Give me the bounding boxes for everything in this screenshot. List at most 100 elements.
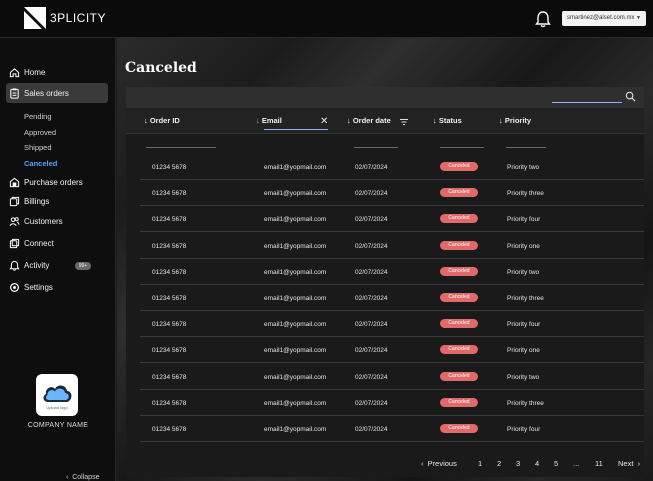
order-date-filter-input[interactable] xyxy=(354,147,398,148)
status-badge: Canceled xyxy=(440,293,478,302)
table-row[interactable]: 01234 5678 email1@yopmail.com 02/07/2024 Pr… xyxy=(140,311,644,338)
column-header-order-date[interactable]: ↓ Order date xyxy=(347,116,391,125)
sidebar-subitem-pending[interactable]: Pending xyxy=(24,112,52,121)
sidebar-item-purchase-orders[interactable]: Purchase orders xyxy=(6,173,108,191)
table-row[interactable]: 01234 5678 email1@yopmail.com 02/07/2024 Pr… xyxy=(140,206,644,233)
upload-logo-button[interactable]: Upload logo xyxy=(36,374,78,416)
sidebar-item-home[interactable]: Home xyxy=(6,63,108,81)
cell-email: email1@yopmail.com xyxy=(264,216,327,224)
column-header-status[interactable]: ↓ Status xyxy=(433,116,462,125)
table-row[interactable]: 01234 5678 email1@yopmail.com 02/07/2024 Pr… xyxy=(140,180,644,207)
connect-icon xyxy=(9,238,20,248)
table-row[interactable]: 01234 5678 email1@yopmail.com 02/07/2024 Pr… xyxy=(140,416,644,442)
table-row[interactable]: 01234 5678 email1@yopmail.com 02/07/2024 Pr… xyxy=(140,390,644,416)
status-badge: Canceled xyxy=(440,214,478,224)
cell-order-date: 02/07/2024 xyxy=(355,242,388,250)
cell-priority: Priority two xyxy=(507,268,540,276)
sidebar-subitem-shipped[interactable]: Shipped xyxy=(24,143,52,152)
sidebar-item-connect[interactable]: Connect xyxy=(6,234,108,252)
sidebar-item-sales-orders[interactable]: Sales orders xyxy=(6,83,108,103)
pagination-previous-button[interactable]: ‹ Previous xyxy=(421,459,457,468)
cell-order-id: 01234 5678 xyxy=(152,426,187,433)
priority-filter-input[interactable] xyxy=(506,147,546,148)
table-row[interactable]: 01234 5678 email1@yopmail.com 02/07/2024 Pr… xyxy=(140,154,644,180)
cell-priority: Priority two xyxy=(507,373,540,381)
table-header-row: ↓ Order ID ↓ Email ✕ ↓ Order date ↓ Stat… xyxy=(126,108,644,134)
clear-filter-close-icon[interactable]: ✕ xyxy=(320,116,328,127)
bell-icon xyxy=(9,260,20,271)
user-account-select[interactable]: smartinez@alset.com.mx ▼ xyxy=(562,11,646,26)
status-badge: Canceled xyxy=(440,240,478,250)
pagination-page-2[interactable]: 2 xyxy=(497,459,501,468)
status-badge: Canceled xyxy=(440,424,478,433)
cell-order-date: 02/07/2024 xyxy=(355,426,388,433)
table-row[interactable]: 01234 5678 email1@yopmail.com 02/07/2024 Pr… xyxy=(140,285,644,311)
pagination: ‹ Previous 1 2 3 4 5 ... 11 Next › xyxy=(117,457,653,471)
cell-order-id: 01234 5678 xyxy=(152,373,187,381)
status-badge: Canceled xyxy=(440,319,478,329)
cell-order-id: 01234 5678 xyxy=(152,216,187,224)
chevron-down-icon: ▼ xyxy=(636,15,641,21)
pagination-page-3[interactable]: 3 xyxy=(516,459,520,468)
cell-order-id: 01234 5678 xyxy=(152,347,187,355)
orders-table-panel: ↓ Order ID ↓ Email ✕ ↓ Order date ↓ Stat… xyxy=(126,87,644,477)
cell-priority: Priority two xyxy=(507,164,540,171)
notifications-bell-icon[interactable] xyxy=(535,10,551,28)
column-header-email[interactable]: ↓ Email xyxy=(256,116,282,125)
status-badge: Canceled xyxy=(440,397,478,407)
filter-icon[interactable] xyxy=(400,119,408,125)
purchase-orders-icon xyxy=(9,177,20,187)
sidebar-item-label: Activity xyxy=(24,260,50,270)
chevron-left-icon: ‹ xyxy=(421,459,428,468)
sidebar-item-customers[interactable]: Customers xyxy=(6,212,108,230)
search-input[interactable] xyxy=(552,102,622,103)
sales-orders-icon xyxy=(10,87,19,99)
table-row[interactable]: 01234 5678 email1@yopmail.com 02/07/2024 Pr… xyxy=(140,364,644,390)
table-row[interactable]: 01234 5678 email1@yopmail.com 02/07/2024 Pr… xyxy=(140,233,644,259)
pagination-page-4[interactable]: 4 xyxy=(535,459,539,468)
cell-order-date: 02/07/2024 xyxy=(355,373,388,381)
cell-order-id: 01234 5678 xyxy=(152,268,187,276)
column-header-priority[interactable]: ↓ Priority xyxy=(499,116,531,125)
status-badge: Canceled xyxy=(440,266,478,276)
search-icon[interactable] xyxy=(625,91,636,102)
cell-order-id: 01234 5678 xyxy=(152,242,187,250)
main-content: Canceled ↓ Order ID ↓ Email ✕ ↓ Order da… xyxy=(117,38,653,481)
sidebar-subitem-approved[interactable]: Approved xyxy=(24,128,56,137)
cell-priority: Priority one xyxy=(507,347,540,355)
cell-email: email1@yopmail.com xyxy=(264,373,327,381)
cell-priority: Priority four xyxy=(507,216,541,224)
pagination-page-1[interactable]: 1 xyxy=(478,459,482,468)
brand-logo[interactable]: 3PLICITY xyxy=(24,7,106,29)
sidebar: Home Sales orders Pending Approved Shipp… xyxy=(0,38,116,481)
pagination-page-5[interactable]: 5 xyxy=(554,459,558,468)
pagination-ellipsis: ... xyxy=(573,459,580,468)
user-email: smartinez@alset.com.mx xyxy=(567,15,635,21)
cell-order-id: 01234 5678 xyxy=(152,164,187,171)
column-header-order-id[interactable]: ↓ Order ID xyxy=(144,116,180,125)
pagination-next-button[interactable]: Next › xyxy=(618,459,640,468)
email-filter-input[interactable] xyxy=(264,129,328,130)
cell-priority: Priority four xyxy=(507,426,541,433)
sidebar-item-settings[interactable]: Settings xyxy=(6,278,108,296)
pagination-page-11[interactable]: 11 xyxy=(595,459,603,468)
status-filter-input[interactable] xyxy=(440,147,484,148)
sidebar-item-billings[interactable]: Billings xyxy=(6,192,108,210)
cell-email: email1@yopmail.com xyxy=(264,399,327,407)
status-badge: Canceled xyxy=(440,371,478,381)
sidebar-item-activity[interactable]: Activity xyxy=(6,256,108,274)
table-row[interactable]: 01234 5678 email1@yopmail.com 02/07/2024 Pr… xyxy=(140,259,644,285)
table-row[interactable]: 01234 5678 email1@yopmail.com 02/07/2024 Pr… xyxy=(140,337,644,364)
brand-name: 3PLICITY xyxy=(50,11,107,25)
collapse-sidebar-button[interactable]: ‹ Collapse xyxy=(66,474,99,481)
sidebar-item-label: Billings xyxy=(24,196,50,206)
status-badge: Canceled xyxy=(440,345,478,355)
sidebar-subitem-canceled[interactable]: Canceled xyxy=(24,159,57,168)
cell-priority: Priority one xyxy=(507,242,540,250)
upload-logo-label: Upload logo xyxy=(46,405,68,410)
sidebar-item-label: Home xyxy=(24,67,46,77)
order-id-filter-input[interactable] xyxy=(146,147,216,148)
sidebar-item-label: Customers xyxy=(24,216,63,226)
status-badge: Canceled xyxy=(440,188,478,198)
customers-icon xyxy=(9,216,20,226)
